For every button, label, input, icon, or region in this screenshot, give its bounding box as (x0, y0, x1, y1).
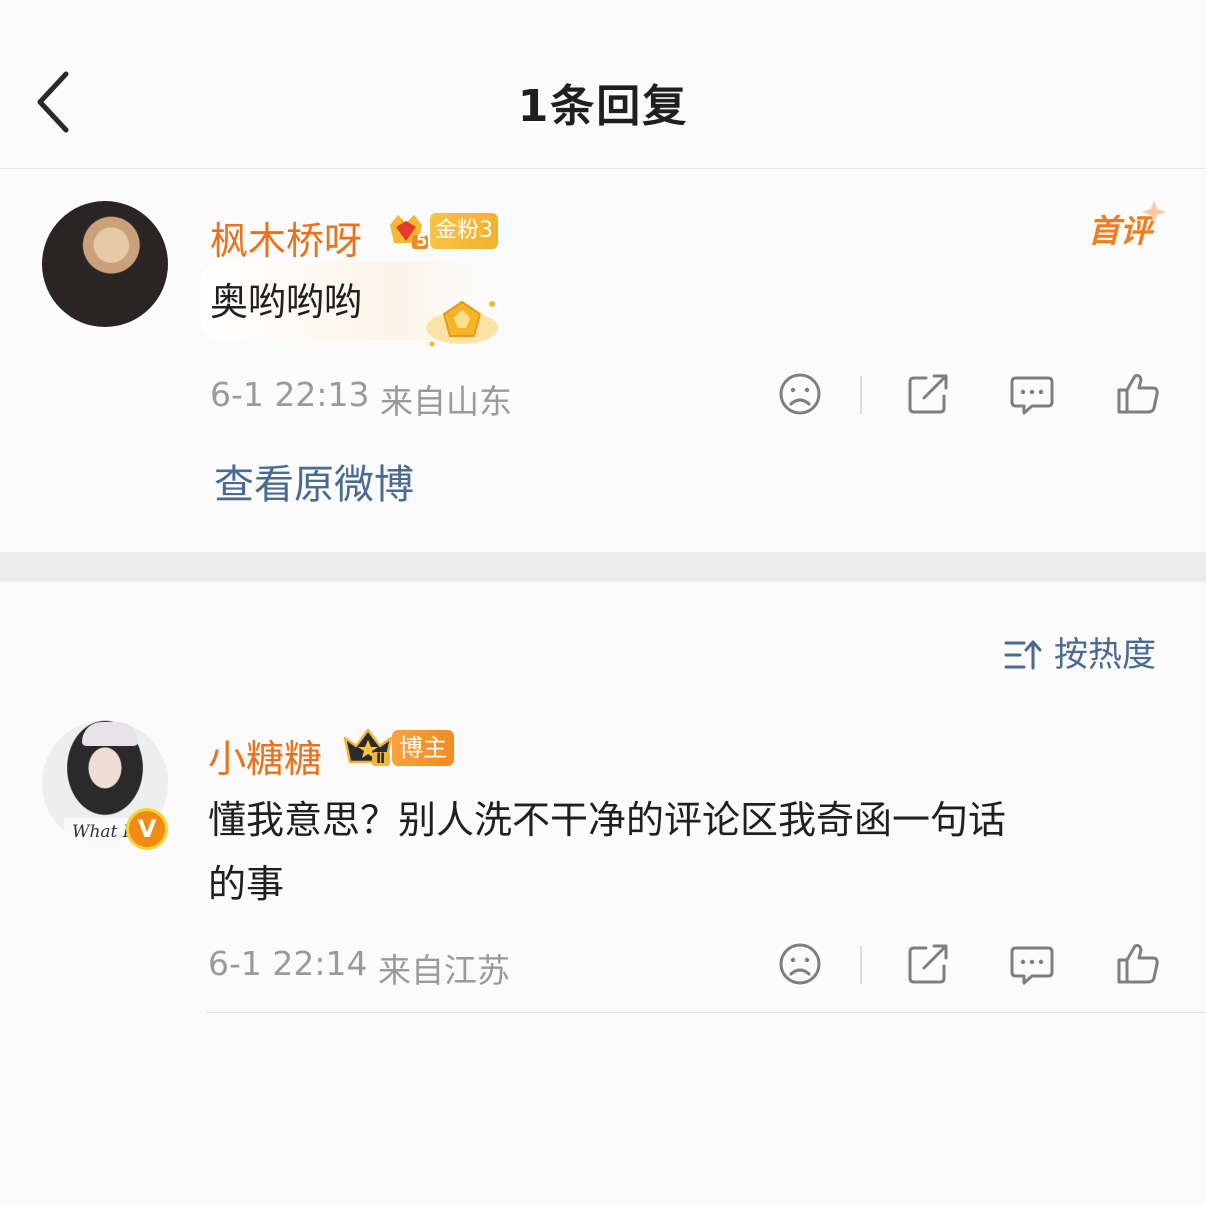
share-icon[interactable] (904, 940, 952, 988)
avatar-hat (82, 722, 138, 746)
reply-time: 6-1 22:14 (208, 944, 368, 983)
top-bar: 1条回复 (0, 0, 1206, 169)
action-divider (860, 376, 862, 414)
comment-content: 奥哟哟哟 (210, 280, 363, 324)
comment-bubble-icon[interactable] (1008, 370, 1056, 418)
reply-divider (206, 1012, 1206, 1013)
sort-by-popularity-button[interactable]: 按热度 (1004, 627, 1156, 676)
sort-icon (1004, 640, 1042, 670)
page-title: 1条回复 (517, 81, 689, 132)
like-thumb-icon[interactable] (1114, 370, 1162, 418)
verified-badge: V (126, 808, 168, 850)
crown-star-icon (343, 728, 393, 766)
reply-location: 来自江苏 (378, 951, 510, 990)
star-sparkle-icon (1142, 200, 1166, 224)
like-thumb-icon[interactable] (1114, 940, 1162, 988)
share-icon[interactable] (904, 370, 952, 418)
comment-location: 来自山东 (380, 382, 512, 421)
comment-time: 6-1 22:13 (210, 375, 370, 414)
reply-content-line2: 的事 (208, 862, 285, 906)
sort-label: 按热度 (1054, 635, 1156, 675)
dislike-sad-face-icon[interactable] (776, 370, 824, 418)
comment-bubble-icon[interactable] (1008, 940, 1056, 988)
fan-badge-level: 5 (416, 231, 428, 250)
reply-content-line1: 懂我意思？别人洗不干净的评论区我奇函一句话 (208, 798, 1007, 842)
commenter-avatar[interactable] (42, 201, 168, 327)
blogger-badge[interactable]: Ⅱ 博主 (342, 726, 454, 768)
fan-badge[interactable]: 5 金粉3 (386, 211, 498, 251)
commenter-name[interactable]: 枫木桥呀 (210, 210, 362, 265)
dislike-sad-face-icon[interactable] (776, 940, 824, 988)
blogger-badge-level: Ⅱ (376, 751, 386, 767)
blogger-badge-label: 博主 (392, 730, 454, 766)
view-original-weibo-link[interactable]: 查看原微博 (214, 452, 414, 510)
action-divider (860, 946, 862, 984)
section-divider (0, 552, 1206, 582)
gold-pentagon-badge-icon (426, 300, 498, 347)
replier-name[interactable]: 小糖糖 (208, 728, 322, 783)
fan-badge-label: 金粉3 (430, 213, 498, 249)
